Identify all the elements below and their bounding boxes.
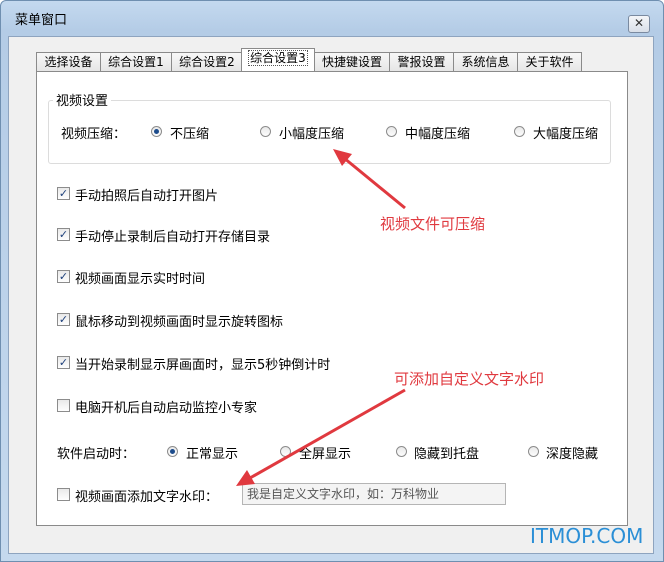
- arrow-compress: [333, 149, 406, 210]
- annotation-watermark: 可添加自定义文字水印: [394, 370, 545, 388]
- arrow-watermark: [236, 388, 406, 486]
- tab-label: 综合设置3: [248, 50, 308, 66]
- tab-general-3[interactable]: 综合设置3: [241, 48, 315, 71]
- annotation-compress: 视频文件可压缩: [380, 215, 486, 233]
- annotation-arrows: [236, 149, 406, 486]
- site-watermark: ITMOP.COM: [530, 524, 644, 548]
